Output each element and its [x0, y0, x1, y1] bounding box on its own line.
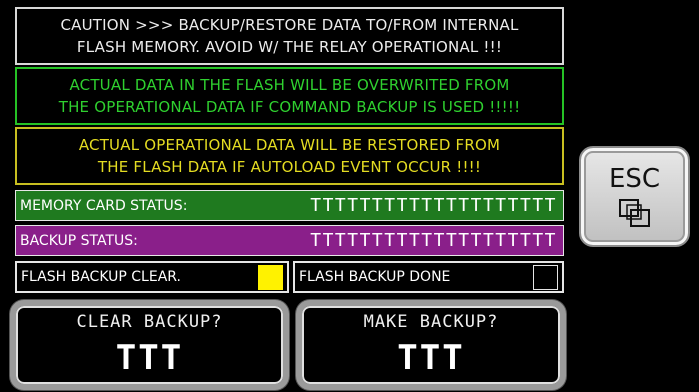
flash-backup-done-label: FLASH BACKUP DONE: [299, 269, 451, 285]
backup-status-label: BACKUP STATUS:: [20, 232, 138, 249]
clear-backup-button[interactable]: CLEAR BACKUP? TTT: [10, 300, 289, 390]
caution-line-2: FLASH MEMORY. AVOID W/ THE RELAY OPERATI…: [76, 38, 503, 56]
caution-line-1: CAUTION >>> BACKUP/RESTORE DATA TO/FROM …: [60, 16, 519, 34]
restore-warning: ACTUAL OPERATIONAL DATA WILL BE RESTORED…: [15, 127, 564, 185]
overwrite-line-2: THE OPERATIONAL DATA IF COMMAND BACKUP I…: [58, 98, 521, 116]
flash-backup-clear-lamp: [258, 264, 283, 290]
caution-warning: CAUTION >>> BACKUP/RESTORE DATA TO/FROM …: [15, 7, 564, 65]
esc-button[interactable]: ESC: [579, 146, 690, 247]
flash-backup-done-indicator: FLASH BACKUP DONE: [293, 261, 564, 293]
flash-backup-clear-label: FLASH BACKUP CLEAR.: [21, 269, 181, 285]
make-backup-title: MAKE BACKUP?: [363, 312, 499, 332]
window-restore-icon: [618, 198, 650, 227]
restore-line-1: ACTUAL OPERATIONAL DATA WILL BE RESTORED…: [78, 136, 501, 154]
clear-backup-value: TTT: [115, 338, 184, 378]
make-backup-button[interactable]: MAKE BACKUP? TTT: [296, 300, 566, 390]
restore-line-2: THE FLASH DATA IF AUTOLOAD EVENT OCCUR !…: [97, 158, 482, 176]
make-backup-value: TTT: [397, 338, 465, 378]
memory-card-status-value: TTTTTTTTTTTTTTTTTTTT: [310, 195, 557, 216]
flash-backup-clear-indicator: FLASH BACKUP CLEAR.: [15, 261, 289, 293]
backup-status-value: TTTTTTTTTTTTTTTTTTTT: [310, 230, 557, 251]
backup-status-bar: BACKUP STATUS: TTTTTTTTTTTTTTTTTTTT: [15, 225, 564, 256]
memory-card-status-bar: MEMORY CARD STATUS: TTTTTTTTTTTTTTTTTTTT: [15, 190, 564, 221]
overwrite-warning: ACTUAL DATA IN THE FLASH WILL BE OVERWRI…: [15, 67, 564, 125]
memory-card-status-label: MEMORY CARD STATUS:: [20, 197, 188, 214]
clear-backup-title: CLEAR BACKUP?: [76, 312, 223, 332]
overwrite-line-1: ACTUAL DATA IN THE FLASH WILL BE OVERWRI…: [69, 76, 510, 94]
esc-label: ESC: [608, 163, 661, 194]
flash-backup-done-lamp: [533, 264, 558, 290]
